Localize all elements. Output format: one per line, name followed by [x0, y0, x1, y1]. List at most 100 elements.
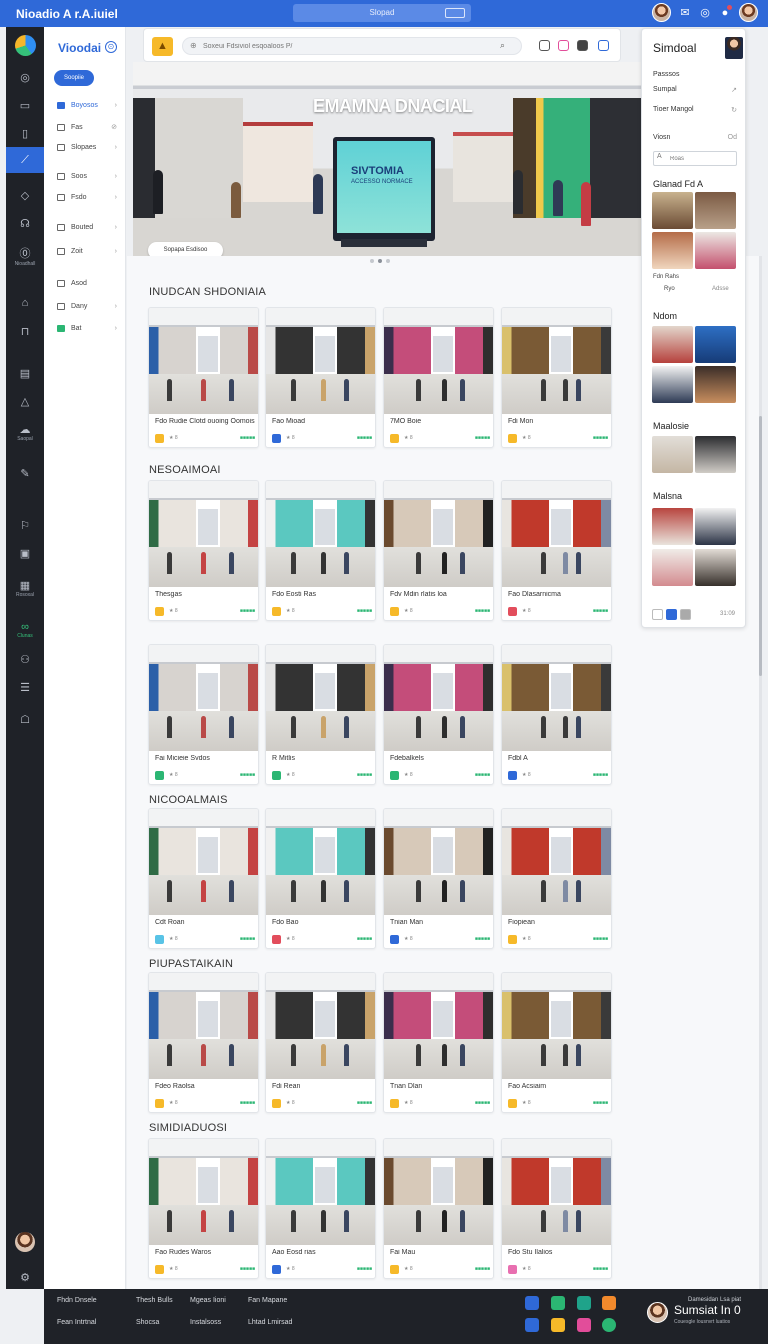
product-image[interactable] [266, 973, 375, 1079]
product-card[interactable]: Tnian Man ★ 8 ■■■■■ [383, 808, 494, 949]
product-card[interactable]: R Mitlis ★ 8 ■■■■■ [265, 644, 376, 785]
clipboard-icon[interactable] [539, 40, 550, 51]
rail-bookmark-icon[interactable]: ▭ [6, 99, 44, 112]
product-card[interactable]: Fdbl A ★ 8 ■■■■■ [501, 644, 612, 785]
pin-icon[interactable] [558, 40, 569, 51]
rss-icon[interactable] [602, 1296, 616, 1310]
rail-tag-icon[interactable]: ◇ [6, 189, 44, 202]
product-image[interactable] [266, 645, 375, 751]
panel-page-icon[interactable] [652, 609, 663, 620]
product-card[interactable]: Fao Acsiaim ★ 8 ■■■■■ [501, 972, 612, 1113]
footer-link[interactable]: Thesh Bulls [136, 1297, 173, 1304]
footer-avatar[interactable] [647, 1302, 668, 1323]
share-icon[interactable] [577, 1296, 591, 1310]
product-card[interactable]: Fiopiean ★ 8 ■■■■■ [501, 808, 612, 949]
product-card[interactable]: Tnan Dlan ★ 8 ■■■■■ [383, 972, 494, 1113]
product-card[interactable]: Fai Mau ★ 8 ■■■■■ [383, 1138, 494, 1279]
scrollbar-thumb[interactable] [759, 416, 762, 676]
rail-people-icon[interactable]: ⚇ [6, 653, 44, 666]
panel-thumb[interactable] [695, 232, 736, 269]
product-image[interactable] [149, 308, 258, 414]
panel-thumb[interactable] [652, 366, 693, 403]
nav-info-icon[interactable]: ⊙ [105, 41, 117, 53]
brand-badge-icon[interactable]: ▲ [152, 37, 173, 56]
footer-link[interactable]: Instalsoss [190, 1319, 221, 1326]
hero-banner[interactable]: EMAMNA DNACIAL SIVTOMIA ACCESSO NORMACE … [133, 62, 641, 256]
footer-link[interactable]: Lhtad Lmirsad [248, 1319, 292, 1326]
product-card[interactable]: Fai Micieie Svdos ★ 8 ■■■■■ [148, 644, 259, 785]
product-image[interactable] [266, 308, 375, 414]
panel-thumb[interactable] [695, 192, 736, 229]
nav-item-1[interactable]: Fas ⊘ [57, 123, 117, 131]
product-card[interactable]: Fdi Rean ★ 8 ■■■■■ [265, 972, 376, 1113]
panel-thumb[interactable] [695, 508, 736, 545]
panel-row[interactable]: Sumpal ↗ [653, 86, 737, 94]
product-card[interactable]: Fdo Rudie Clotd ouoing Oomoiss ★ 8 ■■■■■ [148, 307, 259, 448]
panel-thumb[interactable] [652, 549, 693, 586]
rail-doc-icon[interactable]: ▤ [6, 367, 44, 380]
product-card[interactable]: 7MO Boie ★ 8 ■■■■■ [383, 307, 494, 448]
panel-thumb[interactable] [652, 192, 693, 229]
product-card[interactable]: Fdo Stu Ilalios ★ 8 ■■■■■ [501, 1138, 612, 1279]
footer-link[interactable]: Mgeas Iioni [190, 1297, 226, 1304]
app-logo-icon[interactable] [15, 35, 36, 56]
search-icon[interactable]: ⌕ [500, 40, 505, 51]
product-image[interactable] [502, 645, 611, 751]
window-toggle-icon[interactable] [445, 8, 465, 18]
rail-settings-icon[interactable]: ⚙ [6, 1271, 44, 1284]
nav-item-6[interactable]: Zoit › [57, 248, 117, 255]
product-image[interactable] [149, 809, 258, 915]
camera-icon[interactable] [577, 40, 588, 51]
nav-item-5[interactable]: Bouted › [57, 224, 117, 231]
nav-primary-button[interactable]: Soopiie [54, 70, 94, 86]
product-image[interactable] [384, 973, 493, 1079]
product-card[interactable]: Fao Mioad ★ 8 ■■■■■ [265, 307, 376, 448]
product-image[interactable] [149, 645, 258, 751]
nav-item-9[interactable]: Bat › [57, 325, 117, 332]
rail-gallery-icon[interactable]: ▦ Rosoxal [6, 579, 44, 598]
product-image[interactable] [384, 481, 493, 587]
panel-row[interactable]: Viosn Od [653, 134, 737, 141]
product-image[interactable] [384, 645, 493, 751]
nav-item-8[interactable]: Dany › [57, 303, 117, 310]
panel-thumb[interactable] [695, 436, 736, 473]
rail-comment-icon[interactable]: ☖ [6, 713, 44, 726]
product-image[interactable] [502, 973, 611, 1079]
rail-edit-icon[interactable]: ✎ [6, 467, 44, 480]
product-image[interactable] [502, 481, 611, 587]
footer-link[interactable]: Fean Intrtnal [57, 1319, 96, 1326]
rail-cloud-icon[interactable]: ☁ Saopal [6, 423, 44, 442]
rail-house-icon[interactable]: ⌂ [6, 297, 44, 309]
rail-alert-icon[interactable]: △ [6, 395, 44, 408]
twitter-icon[interactable] [525, 1296, 539, 1310]
product-image[interactable] [502, 308, 611, 414]
product-image[interactable] [149, 1139, 258, 1245]
product-card[interactable]: Fao Rudes Waros ★ 8 ■■■■■ [148, 1138, 259, 1279]
product-image[interactable] [266, 1139, 375, 1245]
clover-icon[interactable] [602, 1318, 616, 1332]
product-card[interactable]: Fdebalkels ★ 8 ■■■■■ [383, 644, 494, 785]
panel-thumb[interactable] [695, 549, 736, 586]
panel-avatar[interactable] [725, 37, 743, 59]
product-card[interactable]: Fdeo Raolsa ★ 8 ■■■■■ [148, 972, 259, 1113]
panel-search-input[interactable] [653, 151, 737, 166]
chat-app-icon[interactable] [551, 1296, 565, 1310]
panel-thumb[interactable] [652, 232, 693, 269]
nav-item-2[interactable]: Slopaes › [57, 144, 117, 151]
product-image[interactable] [384, 1139, 493, 1245]
product-card[interactable]: Fao Dlasarnicma ★ 8 ■■■■■ [501, 480, 612, 621]
product-image[interactable] [149, 481, 258, 587]
product-card[interactable]: Cdt Roan ★ 8 ■■■■■ [148, 808, 259, 949]
product-card[interactable]: Aao Eosd rias ★ 8 ■■■■■ [265, 1138, 376, 1279]
panel-thumb[interactable] [652, 326, 693, 363]
messages-icon[interactable]: ✉ [679, 7, 691, 19]
nav-item-4[interactable]: Fsdo › [57, 194, 117, 201]
nav-item-3[interactable]: Soos › [57, 173, 117, 180]
rail-avatar[interactable] [15, 1232, 35, 1252]
hero-chip[interactable]: Sopapa Esdisoo [148, 242, 223, 256]
product-image[interactable] [266, 809, 375, 915]
product-card[interactable]: Fdv Mdin rlatis loa ★ 8 ■■■■■ [383, 480, 494, 621]
rail-image-icon[interactable]: ▣ [6, 547, 44, 560]
product-image[interactable] [502, 1139, 611, 1245]
rail-chat-icon[interactable]: ☊ [6, 217, 44, 230]
